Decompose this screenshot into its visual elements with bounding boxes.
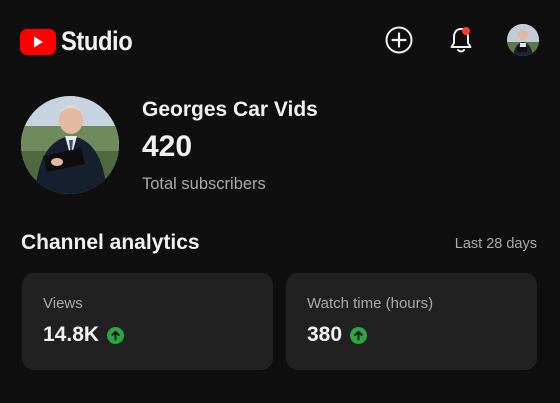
logo-text: Studio (61, 26, 133, 56)
subscriber-label: Total subscribers (142, 175, 266, 193)
watch-time-value: 380 (307, 323, 343, 346)
analytics-title: Channel analytics (21, 231, 200, 254)
channel-name: Georges Car Vids (142, 98, 318, 121)
views-label: Views (43, 295, 83, 312)
youtube-play-icon (20, 28, 56, 55)
channel-avatar[interactable] (21, 96, 119, 194)
analytics-period: Last 28 days (454, 236, 537, 252)
create-button[interactable] (383, 24, 415, 56)
plus-circle-icon (385, 26, 413, 54)
top-app-bar: Studio (0, 0, 560, 80)
account-button[interactable] (507, 24, 539, 56)
subscriber-count: 420 (142, 130, 193, 163)
account-avatar (507, 24, 539, 56)
trend-up-icon (107, 326, 125, 344)
watch-time-card[interactable]: Watch time (hours) 380 (286, 273, 537, 370)
notification-badge (462, 27, 470, 35)
notifications-button[interactable] (445, 24, 477, 56)
views-value: 14.8K (43, 323, 100, 346)
channel-header: Georges Car Vids 420 Total subscribers (21, 96, 541, 196)
studio-logo[interactable]: Studio (20, 26, 142, 57)
trend-up-icon (350, 326, 368, 344)
watch-time-label: Watch time (hours) (307, 295, 434, 312)
bell-icon (450, 28, 472, 53)
views-card[interactable]: Views 14.8K (22, 273, 273, 370)
